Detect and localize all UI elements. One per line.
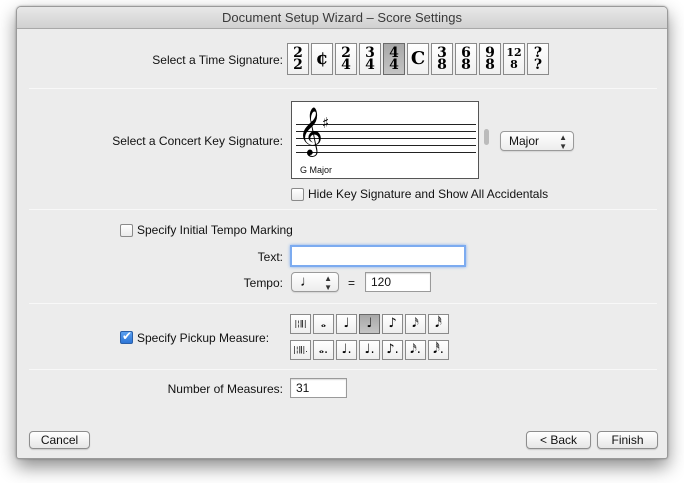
pickup-dotted-duration-row: |¦ǁ|. 𝅝. ♩. ♩. ♪. 𝅘𝅥𝅯. 𝅘𝅥𝅰. (290, 340, 449, 360)
time-signature-denominator: 8 (510, 58, 518, 71)
pickup-duration-button[interactable]: 𝅝 (313, 314, 334, 334)
time-signature-denominator: 8 (461, 57, 471, 73)
time-signature-denominator: 4 (389, 57, 399, 73)
finish-button[interactable]: Finish (597, 431, 658, 449)
time-signature-option[interactable]: 24 (335, 43, 357, 75)
time-signature-label: Select a Time Signature: (152, 53, 283, 67)
key-signature-label: Select a Concert Key Signature: (112, 134, 283, 148)
time-signature-option[interactable]: ¢ (311, 43, 333, 75)
key-name: G Major (300, 165, 333, 175)
pickup-duration-button[interactable]: 𝅘𝅥𝅰 (428, 314, 449, 334)
pickup-duration-button[interactable]: ♩. (336, 340, 357, 360)
back-button[interactable]: < Back (526, 431, 591, 449)
key-mode-value: Major (509, 134, 540, 148)
time-signature-denominator: 8 (485, 57, 495, 73)
pickup-duration-button[interactable]: |¦ǁ| (290, 314, 311, 334)
tempo-text-input[interactable] (290, 245, 466, 267)
sharp-icon: ♯ (322, 114, 330, 132)
specify-pickup-label: Specify Pickup Measure: (137, 331, 270, 345)
time-signature-denominator: 8 (437, 57, 447, 73)
tempo-text-label: Text: (257, 250, 283, 264)
tempo-equals: = (348, 276, 356, 290)
staff-line (296, 138, 476, 139)
time-signature-options: 2 2 ¢ 2 4 3 4 4 4 C 3 8 6 8 9 8 12 8?? (287, 43, 549, 75)
pickup-duration-button[interactable]: ♩. (359, 340, 380, 360)
separator (29, 209, 657, 210)
time-signature-denominator: 2 (293, 57, 303, 73)
cancel-button[interactable]: Cancel (29, 431, 90, 449)
separator (29, 303, 657, 304)
number-of-measures-input[interactable]: 31 (290, 378, 347, 398)
hide-key-signature-label: Hide Key Signature and Show All Accident… (308, 187, 549, 201)
time-signature-option[interactable]: 38 (431, 43, 453, 75)
pickup-duration-row: |¦ǁ| 𝅝 ♩ ♩ ♪ 𝅘𝅥𝅯 𝅘𝅥𝅰 (290, 314, 449, 334)
time-signature-option[interactable]: ?? (527, 43, 549, 75)
separator (29, 369, 657, 370)
pickup-duration-button[interactable]: 𝅘𝅥𝅰. (428, 340, 449, 360)
hide-key-signature-checkbox[interactable] (291, 188, 304, 201)
treble-clef-icon: 𝄞 (298, 106, 323, 155)
time-signature-option[interactable]: C (407, 43, 429, 75)
specify-tempo-label: Specify Initial Tempo Marking (137, 223, 293, 237)
tempo-note-value: ♩ (300, 273, 315, 290)
time-signature-option[interactable]: 12 8 (503, 43, 525, 75)
key-scroller[interactable] (484, 129, 489, 145)
specify-pickup-checkbox[interactable] (120, 329, 133, 344)
pickup-duration-button[interactable]: 𝅘𝅥𝅯. (405, 340, 426, 360)
specify-tempo-checkbox[interactable] (120, 224, 133, 237)
time-signature-option[interactable]: 98 (479, 43, 501, 75)
pickup-duration-button[interactable]: ♩ (336, 314, 357, 334)
staff-line (296, 145, 476, 146)
key-signature-staff[interactable]: 𝄞 ♯ G Major (291, 101, 479, 179)
pickup-duration-button[interactable]: |¦ǁ|. (290, 340, 311, 360)
wizard-window: Document Setup Wizard – Score Settings S… (16, 6, 668, 459)
time-signature-option[interactable]: 22 (287, 43, 309, 75)
tempo-note-popup[interactable]: ♩ ▲ ▼ (291, 272, 339, 292)
pickup-duration-button[interactable]: 𝅘𝅥𝅯 (405, 314, 426, 334)
key-mode-popup[interactable]: Major ▲ ▼ (500, 131, 574, 151)
time-signature-symbol: ¢ (315, 48, 329, 69)
time-signature-option[interactable]: 68 (455, 43, 477, 75)
tempo-bpm-input[interactable]: 120 (365, 272, 431, 292)
tempo-label: Tempo: (243, 276, 283, 290)
pickup-duration-button[interactable]: 𝅝. (313, 340, 334, 360)
popup-arrows-icon: ▲ ▼ (324, 274, 332, 292)
pickup-duration-button[interactable]: ♪. (382, 340, 403, 360)
time-signature-denominator: ? (533, 57, 543, 73)
time-signature-symbol: C (410, 48, 426, 69)
pickup-duration-button[interactable]: ♩ (359, 314, 380, 334)
staff-line (296, 152, 476, 153)
number-of-measures-label: Number of Measures: (167, 382, 283, 396)
pickup-duration-button[interactable]: ♪ (382, 314, 403, 334)
popup-arrows-icon: ▲ ▼ (559, 133, 567, 151)
time-signature-denominator: 4 (341, 57, 351, 73)
window-title: Document Setup Wizard – Score Settings (17, 7, 667, 29)
time-signature-option[interactable]: 44 (383, 43, 405, 75)
time-signature-denominator: 4 (365, 57, 375, 73)
time-signature-option[interactable]: 34 (359, 43, 381, 75)
separator (29, 88, 657, 89)
